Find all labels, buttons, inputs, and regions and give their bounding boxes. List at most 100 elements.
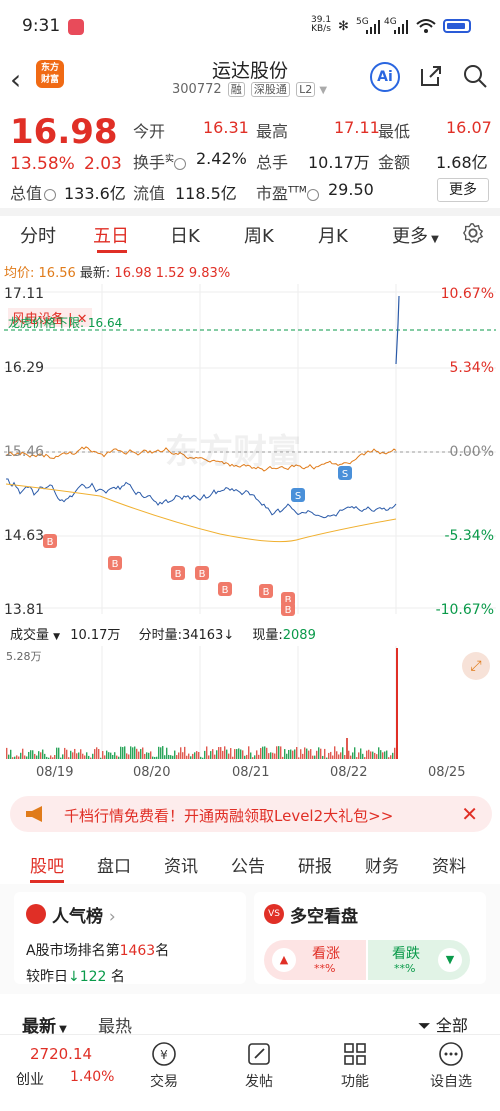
search-icon[interactable] (462, 63, 488, 89)
cards-area: 人气榜 › A股市场排名第1463名 较昨日↓122 名 VS 多空看盘 ▲ 看… (0, 884, 500, 994)
volume-bar (200, 757, 201, 759)
volume-bar (54, 755, 55, 759)
volume-bar (220, 747, 221, 759)
volume-bar (322, 756, 323, 759)
volume-bar (70, 751, 71, 759)
index-percent: 1.40% (70, 1069, 114, 1085)
tab-daily-k[interactable]: 日K (170, 222, 200, 248)
index-value[interactable]: 2720.14 (30, 1045, 92, 1063)
nav-functions[interactable]: 功能 (325, 1041, 385, 1091)
info-icon[interactable] (307, 189, 319, 201)
bottom-nav: 2720.14 创业 1.40% ¥ 交易 发帖 功能 设自选 (0, 1034, 500, 1111)
volume-bar (94, 749, 95, 759)
status-bar: 9:31 39.1 KB/s ✻ 5G 4G (0, 0, 500, 50)
chevron-down-icon[interactable]: ▼ (319, 85, 327, 96)
tag-l2[interactable]: L2 (296, 82, 315, 97)
nav-trade[interactable]: ¥ 交易 (134, 1041, 194, 1091)
tab-finance[interactable]: 财务 (365, 852, 399, 877)
y-right-tick: 10.67% (441, 286, 494, 302)
close-icon[interactable]: ✕ (461, 802, 478, 826)
volume-bar (74, 749, 75, 759)
bear-button[interactable]: 看跌 **% ▼ (368, 940, 470, 980)
volume-bar (244, 756, 245, 759)
nav-post[interactable]: 发帖 (229, 1041, 289, 1091)
open-field: 今开 (133, 118, 165, 142)
tab-profile[interactable]: 资料 (432, 852, 466, 877)
index-name[interactable]: 创业 (16, 1069, 44, 1089)
tab-monthly-k[interactable]: 月K (318, 222, 348, 248)
x-date: 08/22 (330, 765, 367, 780)
volume-bar (374, 753, 375, 759)
volume-bar (82, 754, 83, 759)
tab-announcements[interactable]: 公告 (231, 852, 265, 877)
tab-intraday[interactable]: 分时 (20, 222, 56, 248)
volume-bar (88, 756, 89, 759)
active-tab-indicator (30, 880, 64, 883)
share-icon[interactable] (418, 63, 444, 89)
x-date: 08/20 (133, 765, 170, 780)
sell-marker-label: S (342, 469, 348, 480)
tab-more[interactable]: 更多 ▼ (392, 222, 439, 248)
buy-marker-label: B (285, 605, 292, 616)
down-arrow-icon: ▼ (438, 948, 462, 972)
volume-bar (278, 746, 279, 759)
promo-banner[interactable]: 千档行情免费看！开通两融领取Level2大礼包>> ✕ (10, 796, 492, 832)
gear-icon[interactable] (462, 222, 484, 244)
buy-marker-label: B (47, 537, 54, 548)
stock-code: 300772 (172, 82, 222, 97)
tab-news[interactable]: 资讯 (164, 852, 198, 877)
volume-bar (80, 749, 81, 759)
y-left-tick: 13.81 (4, 602, 44, 618)
volume-bar (72, 752, 73, 759)
volume-bar (50, 755, 51, 759)
expand-icon[interactable]: ⤢ (462, 652, 490, 680)
volume-bar (122, 747, 123, 759)
sentiment-card[interactable]: VS 多空看盘 ▲ 看涨 **% 看跌 **% ▼ (254, 892, 486, 984)
volume-bar (106, 751, 107, 759)
volume-bar (124, 746, 125, 759)
tab-forum[interactable]: 股吧 (30, 852, 64, 877)
tab-research[interactable]: 研报 (298, 852, 332, 877)
volume-bar (246, 755, 247, 759)
volume-bar (104, 755, 105, 759)
volume-bar (60, 758, 61, 759)
volume-bar (62, 754, 63, 759)
volume-bar (142, 747, 143, 759)
bull-button[interactable]: ▲ 看涨 **% (264, 940, 366, 980)
volume-bar (202, 758, 203, 759)
volume-bar (10, 750, 11, 759)
filter-button[interactable]: ⏷ 全部 (418, 1012, 468, 1036)
volume-bar (352, 752, 353, 759)
y-right-tick: 5.34% (450, 360, 494, 376)
volume-bar (360, 748, 361, 759)
five-day-chart[interactable]: BBBBBBBBSS 17.11 16.29 15.46 14.63 13.81… (0, 284, 500, 624)
volume-bar (338, 754, 339, 759)
volume-bar (132, 747, 133, 759)
volume-bar (368, 750, 369, 759)
popularity-card[interactable]: 人气榜 › A股市场排名第1463名 较昨日↓122 名 (14, 892, 246, 984)
volume-bar (52, 757, 53, 759)
volume-bar (6, 748, 7, 759)
tab-weekly-k[interactable]: 周K (244, 222, 274, 248)
volume-bar (48, 758, 49, 759)
tab-orderbook[interactable]: 盘口 (97, 852, 131, 877)
more-button[interactable]: 更多 (437, 178, 489, 202)
volume-row: 成交量 ▼ 10.17万 分时量:34163↓ 现量:2089 (10, 624, 316, 643)
info-icon[interactable] (44, 189, 56, 201)
info-icon[interactable] (174, 158, 186, 170)
ai-assistant-button[interactable]: Ai (370, 62, 400, 92)
tab-five-day[interactable]: 五日 (93, 222, 129, 248)
volume-bar (18, 757, 19, 759)
volume-field: 总手 (256, 149, 288, 173)
amount-field: 金额 (378, 149, 410, 173)
nav-watchlist[interactable]: 设自选 (421, 1041, 481, 1091)
volume-bar (276, 746, 277, 759)
volume-label[interactable]: 成交量 ▼ (10, 628, 60, 643)
volume-bar (282, 757, 283, 759)
volume-bar (342, 747, 343, 759)
volume-bar (86, 752, 87, 759)
volume-bar (230, 748, 231, 759)
float-field: 流值 (133, 180, 165, 204)
amount-value: 1.68亿 (436, 149, 488, 173)
volume-bar (120, 747, 121, 759)
